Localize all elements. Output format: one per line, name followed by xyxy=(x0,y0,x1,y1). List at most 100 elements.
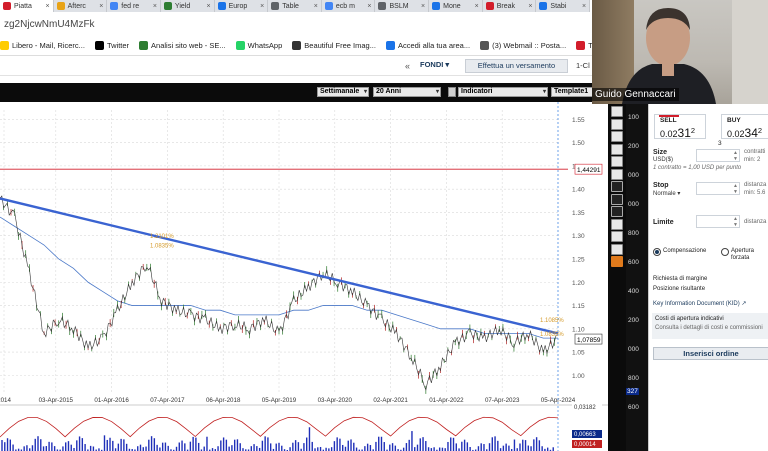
x-tick-label: 02-Apr-2021 xyxy=(373,397,408,404)
collapse-arrows-icon[interactable]: « xyxy=(405,61,410,71)
browser-tab[interactable]: Europ × xyxy=(215,0,269,12)
redo-icon[interactable] xyxy=(611,118,623,130)
bookmark-item[interactable]: (3) Webmail :: Posta... xyxy=(480,41,566,50)
close-icon[interactable]: × xyxy=(475,3,479,10)
stepper-icon[interactable]: ▲ ▼ xyxy=(733,216,738,228)
stepper-icon[interactable]: ▲ ▼ xyxy=(733,183,738,195)
one-click-toggle[interactable]: 1-Cl xyxy=(576,61,590,70)
forced-open-label: Apertura xyxy=(731,248,755,254)
forced-open-radio[interactable] xyxy=(721,248,729,256)
fib-annotation: 1.0835% xyxy=(150,243,174,249)
browser-tab[interactable]: Mone × xyxy=(429,0,483,12)
close-icon[interactable]: × xyxy=(367,3,371,10)
close-icon[interactable]: × xyxy=(314,3,318,10)
browser-tab[interactable]: Break × xyxy=(483,0,537,12)
sell-label: SELL xyxy=(660,117,677,124)
close-icon[interactable]: × xyxy=(528,3,532,10)
close-icon[interactable]: × xyxy=(582,3,586,10)
top-price-label: 1,44291 xyxy=(577,167,601,174)
indicators-icon[interactable] xyxy=(448,87,456,97)
bookmark-item[interactable]: Libero - Mail, Ricerc... xyxy=(0,41,85,50)
period-select[interactable]: Settimanale ▾ xyxy=(317,87,369,97)
indicators-select[interactable]: Indicatori ▾ xyxy=(458,87,548,97)
stop-input[interactable]: ▲ ▼ xyxy=(696,182,740,195)
browser-tab[interactable]: Piatta × xyxy=(0,0,54,12)
chevron-down-icon: ▾ xyxy=(435,89,439,95)
bookmark-item[interactable]: Analisi sito web - SE... xyxy=(139,41,226,50)
bookmark-label: Accedi alla tua area... xyxy=(397,41,471,50)
first-icon[interactable] xyxy=(611,156,623,167)
bookmark-label: (3) Webmail :: Posta... xyxy=(492,41,567,50)
limit-input[interactable]: ▲ ▼ xyxy=(696,215,740,228)
menu-icon[interactable] xyxy=(611,243,623,255)
back-icon[interactable] xyxy=(611,143,623,155)
close-icon[interactable]: × xyxy=(206,3,210,10)
browser-tab[interactable]: Table × xyxy=(268,0,322,12)
fondi-menu[interactable]: FONDI ▾ xyxy=(420,60,449,69)
zoom-out-icon[interactable] xyxy=(611,218,623,230)
tab-label: Piatta xyxy=(14,2,32,10)
chevron-down-icon: ▾ xyxy=(542,89,546,95)
y-tick-label: 1.15 xyxy=(572,303,585,310)
browser-tab[interactable]: fed re × xyxy=(107,0,161,12)
close-icon[interactable]: × xyxy=(260,3,264,10)
browser-tab[interactable]: Yield × xyxy=(161,0,215,12)
browser-tab[interactable]: Afterc × xyxy=(54,0,108,12)
sell-box[interactable]: SELL 0.02312 xyxy=(654,114,706,140)
buy-box[interactable]: BUY 0.02342 xyxy=(721,114,768,140)
stop-min: min: 5.6 xyxy=(744,190,766,196)
favicon-icon xyxy=(485,2,494,10)
browser-tab[interactable]: ecb m × xyxy=(322,0,376,12)
stepper-icon[interactable]: ▲ ▼ xyxy=(733,150,738,162)
address-bar[interactable]: zg2NjcwNmU4MzFk xyxy=(0,12,590,36)
zoom-in-icon[interactable] xyxy=(611,206,623,217)
buy-label: BUY xyxy=(727,117,741,124)
deposit-button[interactable]: Effettua un versamento xyxy=(465,59,568,73)
range-select[interactable]: 20 Anni ▾ xyxy=(373,87,441,97)
close-icon[interactable]: × xyxy=(46,3,50,10)
compensation-radio[interactable] xyxy=(653,248,661,256)
grid-icon[interactable] xyxy=(611,231,623,242)
stop-type-select[interactable]: Normale ▾ xyxy=(653,190,680,197)
drawing-icon[interactable] xyxy=(611,193,623,205)
screenshot-icon[interactable] xyxy=(611,131,623,142)
close-icon[interactable]: × xyxy=(421,3,425,10)
kid-link[interactable]: Key Information Document (KID) ↗ xyxy=(653,300,746,307)
highlight-icon[interactable] xyxy=(611,256,623,267)
x-tick-label: 03-Apr-2015 xyxy=(39,397,74,404)
y-tick-label: 1.50 xyxy=(572,140,585,147)
limit-distance-label: distanza xyxy=(744,219,767,225)
close-icon[interactable]: × xyxy=(99,3,103,10)
y-tick-label: 1.25 xyxy=(572,256,585,263)
favicon-icon xyxy=(324,2,333,10)
place-order-button[interactable]: Inserisci ordine xyxy=(653,347,768,360)
favicon-icon xyxy=(3,2,11,10)
bookmark-item[interactable]: Twitter xyxy=(94,41,130,50)
secondary-axis-label: 200 xyxy=(628,317,639,324)
browser-tab[interactable]: Stabi × xyxy=(536,0,591,12)
bookmark-label: Beautiful Free Imag... xyxy=(304,41,376,50)
y-tick-label: 1.00 xyxy=(572,373,585,380)
costs-link[interactable]: Consulta i dettagli di costi e commissio… xyxy=(655,325,763,331)
browser-tab[interactable]: BSLM × xyxy=(375,0,430,12)
oscillator-signal-line xyxy=(0,416,559,438)
refresh-icon[interactable] xyxy=(611,106,623,117)
last-price-label: 1,07859 xyxy=(577,337,601,344)
size-input[interactable]: ▲ ▼ xyxy=(696,149,740,162)
screen: Piatta × Afterc × fed re × Yield × Europ × Table × e… xyxy=(0,0,768,451)
bookmark-label: Twitter xyxy=(106,41,130,50)
bookmark-item[interactable]: Beautiful Free Imag... xyxy=(292,41,376,50)
secondary-axis-label: 327 xyxy=(626,388,639,395)
favicon-icon xyxy=(163,2,172,10)
next-icon[interactable] xyxy=(611,168,623,180)
bookmark-item[interactable]: WhatsApp xyxy=(235,41,282,50)
price-chart[interactable]: 1.001.051.101.151.201.251.301.351.401.45… xyxy=(0,102,610,451)
chevron-down-icon: ▾ xyxy=(363,89,367,95)
secondary-axis-label: 600 xyxy=(628,404,639,411)
oscillator-value-label: 0,03182 xyxy=(574,405,596,411)
login-icon xyxy=(385,41,395,50)
x-tick-label: 03-Apr-2020 xyxy=(318,397,353,404)
last-icon[interactable] xyxy=(611,181,623,192)
close-icon[interactable]: × xyxy=(153,3,157,10)
bookmark-item[interactable]: Accedi alla tua area... xyxy=(385,41,471,50)
